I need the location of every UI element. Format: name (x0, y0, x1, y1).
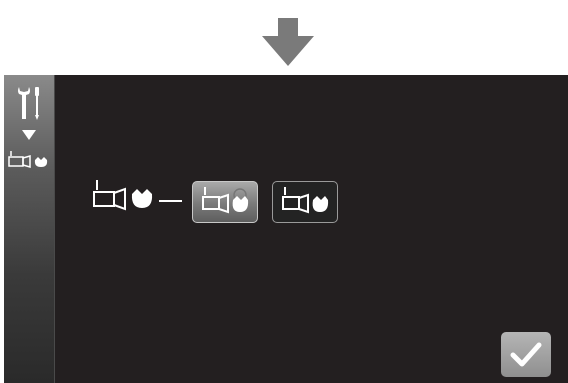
camera-menu-screen (4, 75, 568, 383)
option-separator (159, 200, 182, 202)
option-button-2[interactable] (272, 181, 338, 223)
down-arrow-icon (262, 18, 314, 66)
option-button-1[interactable] (192, 181, 258, 223)
indicator-mode-icon (202, 187, 249, 214)
checkmark-icon (510, 342, 542, 367)
indicator-mode-icon (93, 180, 153, 211)
tools-icon (18, 87, 39, 120)
confirm-button[interactable] (501, 332, 551, 377)
indicator-mode-icon (282, 187, 329, 214)
sidebar (4, 75, 55, 383)
chevron-down-icon (22, 130, 36, 140)
indicator-mode-icon (8, 151, 48, 168)
